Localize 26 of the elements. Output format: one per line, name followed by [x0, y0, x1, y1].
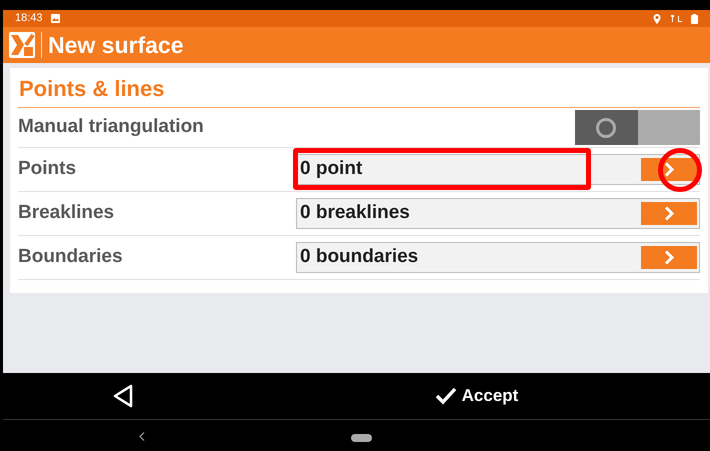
chevron-right-icon: [664, 162, 674, 177]
value-field[interactable]: 0 point: [296, 154, 700, 185]
check-icon: [434, 387, 457, 405]
screen-title: New surface: [48, 30, 184, 60]
toggle-label: Manual triangulation: [18, 115, 205, 140]
row-label: Breaklines: [18, 201, 116, 226]
back-icon[interactable]: [112, 384, 134, 408]
row-label: Boundaries: [18, 245, 124, 270]
chevron-right-icon: [664, 250, 674, 265]
status-time: 18:43: [15, 11, 43, 26]
open-button[interactable]: [641, 158, 697, 181]
battery-icon: [691, 14, 698, 24]
system-back-icon[interactable]: [139, 432, 145, 441]
location-icon: [653, 14, 661, 24]
home-pill[interactable]: [351, 434, 372, 442]
accept-button[interactable]: Accept: [434, 383, 518, 409]
app-logo-icon: [9, 32, 35, 58]
open-button[interactable]: [641, 246, 697, 269]
value-field[interactable]: 0 boundaries: [296, 242, 700, 273]
section-title: Points & lines: [18, 75, 166, 103]
chevron-right-icon: [664, 206, 674, 221]
value-field[interactable]: 0 breaklines: [296, 198, 700, 229]
open-button[interactable]: [641, 202, 697, 225]
toggle-switch[interactable]: [575, 110, 700, 145]
image-icon: [50, 14, 60, 23]
row-label: Points: [18, 157, 78, 182]
